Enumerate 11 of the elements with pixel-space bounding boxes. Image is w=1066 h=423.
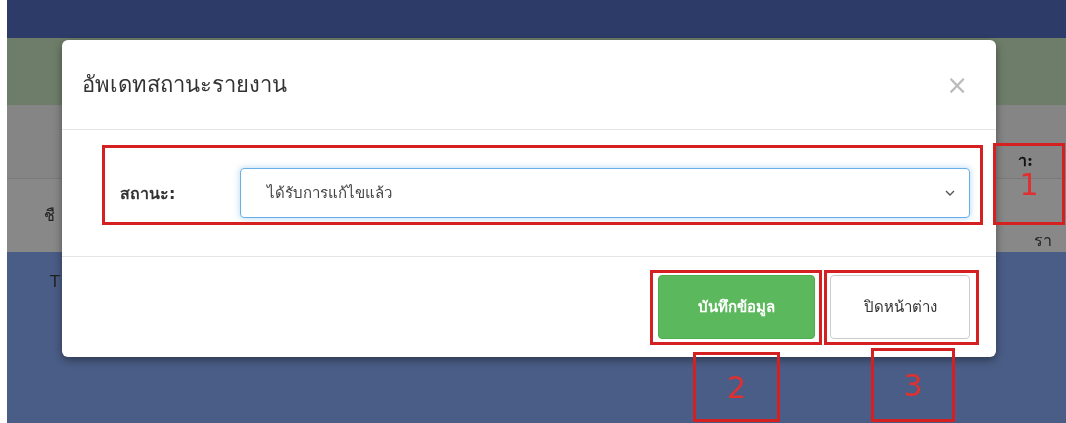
page-text: รา (1034, 230, 1052, 252)
field-label: สถานะ: (120, 182, 177, 205)
chevron-down-icon (945, 189, 955, 197)
step-number: 3 (871, 348, 955, 422)
close-window-button[interactable]: ปิดหน้าต่าง (830, 275, 970, 339)
dialog-title: อัพเดทสถานะรายงาน (82, 71, 287, 99)
page-text: า: (1018, 150, 1033, 172)
page-text: T (50, 272, 60, 291)
page-text: ชื (44, 205, 55, 227)
status-dropdown[interactable]: ได้รับการแก้ไขแล้ว (240, 168, 970, 218)
step-number: 2 (693, 352, 780, 422)
